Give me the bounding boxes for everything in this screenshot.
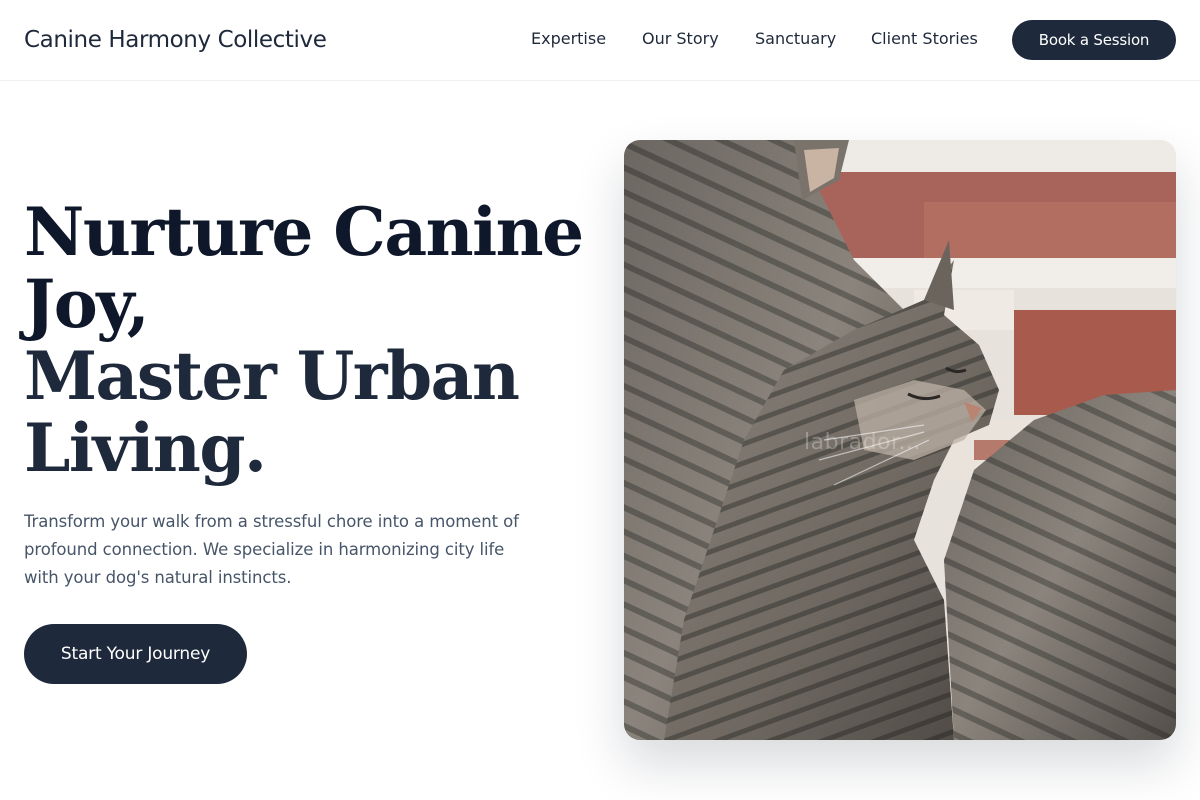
site-header: Canine Harmony Collective Expertise Our … [0, 0, 1200, 81]
hero-title: Nurture Canine Joy, Master Urban Living. [24, 196, 604, 484]
nav-link-sanctuary[interactable]: Sanctuary [755, 28, 836, 50]
nav-link-client-stories[interactable]: Client Stories [871, 28, 978, 50]
book-session-button[interactable]: Book a Session [1012, 20, 1176, 60]
image-watermark: labrador... [804, 430, 922, 455]
hero-subtitle: Transform your walk from a stressful cho… [24, 512, 519, 587]
nav-link-expertise[interactable]: Expertise [531, 28, 606, 50]
nav-link-our-story[interactable]: Our Story [642, 28, 719, 50]
hero-image-two-tabby-cats: labrador... [624, 140, 1176, 740]
hero-title-line-1: Nurture Canine Joy, [24, 193, 584, 343]
hero-title-line-2: Master Urban Living. [24, 337, 520, 487]
start-journey-button[interactable]: Start Your Journey [24, 624, 247, 684]
